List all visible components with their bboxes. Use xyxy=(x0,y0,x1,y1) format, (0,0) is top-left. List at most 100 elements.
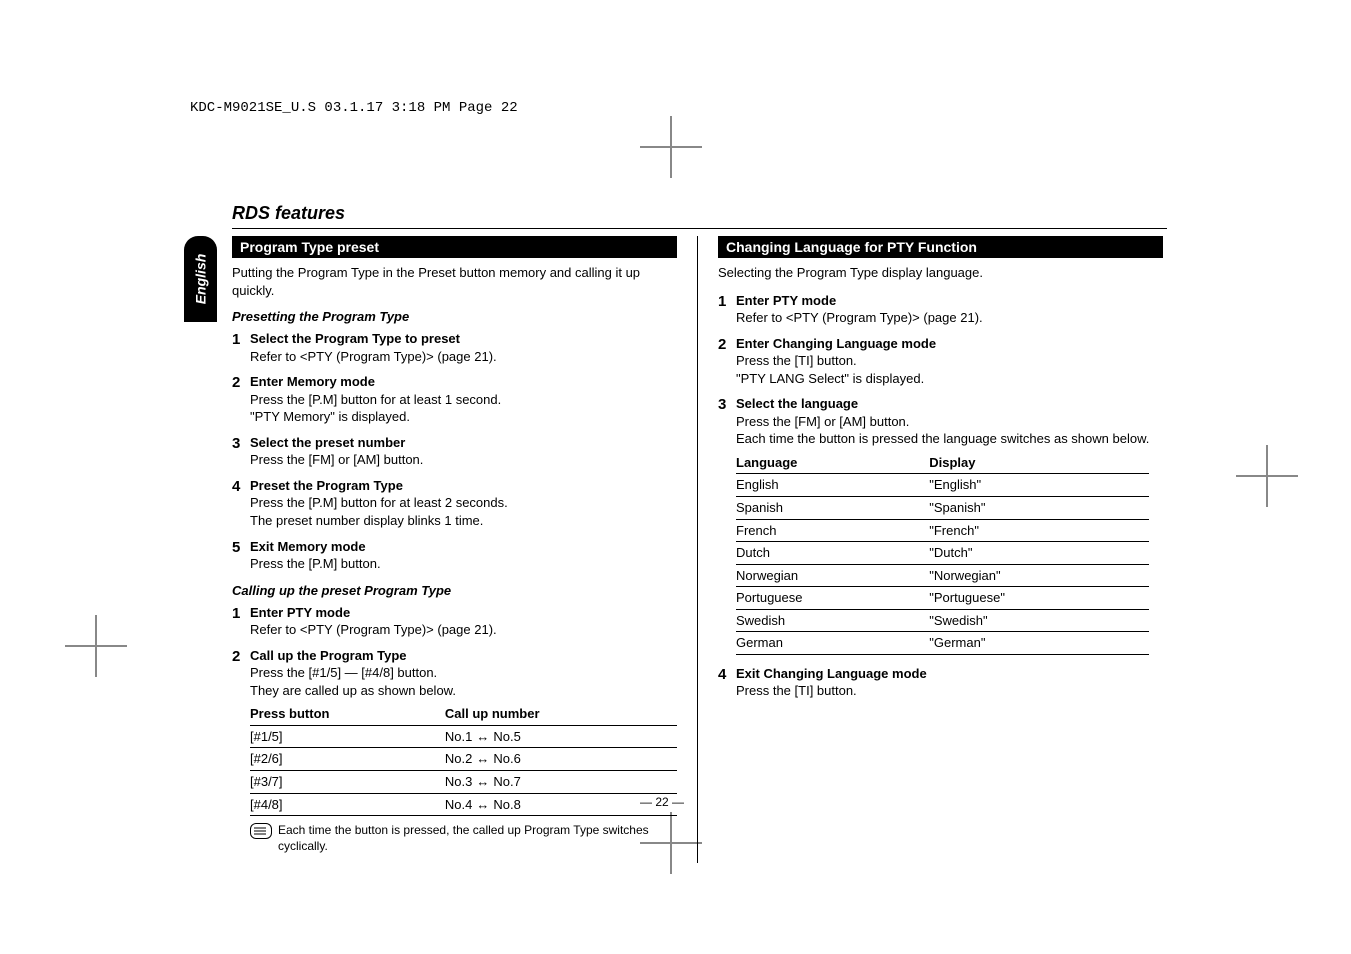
table-cell: Dutch xyxy=(736,542,929,565)
step-body: Press the [FM] or [AM] button. Each time… xyxy=(736,413,1149,448)
step-number: 5 xyxy=(232,538,250,573)
left-intro: Putting the Program Type in the Preset b… xyxy=(232,264,677,299)
step-title: Select the preset number xyxy=(250,434,423,452)
step-number: 3 xyxy=(718,395,736,655)
step: 1 Enter PTY mode Refer to <PTY (Program … xyxy=(232,604,677,639)
step-body: Press the [#1/5] — [#4/8] button. They a… xyxy=(250,664,677,699)
step-body: Press the [P.M] button for at least 1 se… xyxy=(250,391,501,426)
table-header: Display xyxy=(929,452,1149,474)
step-title: Exit Memory mode xyxy=(250,538,381,556)
table-cell: English xyxy=(736,474,929,497)
table-row: Dutch"Dutch" xyxy=(736,542,1149,565)
table-header: Language xyxy=(736,452,929,474)
table-header: Call up number xyxy=(445,703,677,725)
step-title: Call up the Program Type xyxy=(250,647,677,665)
left-subhead-presetting: Presetting the Program Type xyxy=(232,309,677,324)
table-row: Swedish"Swedish" xyxy=(736,609,1149,632)
table-cell: "English" xyxy=(929,474,1149,497)
table-cell: Spanish xyxy=(736,497,929,520)
bidirectional-arrow-icon: ↔ xyxy=(472,774,493,789)
step-number: 1 xyxy=(232,604,250,639)
step-body: Refer to <PTY (Program Type)> (page 21). xyxy=(250,621,497,639)
table-cell: [#1/5] xyxy=(250,725,445,748)
table-cell: [#4/8] xyxy=(250,793,445,816)
step-number: 2 xyxy=(232,647,250,855)
crop-mark-right-icon xyxy=(1226,455,1306,495)
step-number: 4 xyxy=(718,665,736,700)
step-title: Enter Changing Language mode xyxy=(736,335,936,353)
table-cell: German xyxy=(736,632,929,655)
right-intro: Selecting the Program Type display langu… xyxy=(718,264,1163,282)
table-row: Portuguese"Portuguese" xyxy=(736,587,1149,610)
crop-mark-top-icon xyxy=(630,126,710,166)
section-title-underline xyxy=(232,228,1167,229)
step-number: 1 xyxy=(232,330,250,365)
left-bar-heading: Program Type preset xyxy=(232,236,677,258)
press-button-table: Press button Call up number [#1/5] No.1↔… xyxy=(250,703,677,816)
table-row: [#3/7] No.3↔No.7 xyxy=(250,771,677,794)
table-row: [#4/8] No.4↔No.8 xyxy=(250,793,677,816)
step: 2 Enter Changing Language mode Press the… xyxy=(718,335,1163,388)
table-cell: Swedish xyxy=(736,609,929,632)
step-body: Press the [TI] button. xyxy=(736,682,927,700)
right-column: Changing Language for PTY Function Selec… xyxy=(718,236,1163,863)
table-row: Spanish"Spanish" xyxy=(736,497,1149,520)
note-text: Each time the button is pressed, the cal… xyxy=(278,822,677,854)
bidirectional-arrow-icon: ↔ xyxy=(472,729,493,744)
step-title: Exit Changing Language mode xyxy=(736,665,927,683)
table-row: [#1/5] No.1↔No.5 xyxy=(250,725,677,748)
step: 2 Enter Memory mode Press the [P.M] butt… xyxy=(232,373,677,426)
step-number: 3 xyxy=(232,434,250,469)
table-cell: "French" xyxy=(929,519,1149,542)
step-number: 4 xyxy=(232,477,250,530)
table-cell: Norwegian xyxy=(736,564,929,587)
language-side-tab-label: English xyxy=(193,254,209,305)
step-number: 2 xyxy=(232,373,250,426)
table-row: [#2/6] No.2↔No.6 xyxy=(250,748,677,771)
table-cell: No.3↔No.7 xyxy=(445,771,677,794)
table-cell: French xyxy=(736,519,929,542)
step-number: 1 xyxy=(718,292,736,327)
language-side-tab: English xyxy=(184,236,217,322)
crop-mark-left-icon xyxy=(55,625,135,665)
note-icon xyxy=(250,823,272,839)
table-row: English"English" xyxy=(736,474,1149,497)
step: 3 Select the preset number Press the [FM… xyxy=(232,434,677,469)
table-cell: Portuguese xyxy=(736,587,929,610)
step: 1 Select the Program Type to preset Refe… xyxy=(232,330,677,365)
bidirectional-arrow-icon: ↔ xyxy=(472,751,493,766)
language-table: Language Display English"English" Spanis… xyxy=(736,452,1149,655)
table-cell: "Swedish" xyxy=(929,609,1149,632)
step: 3 Select the language Press the [FM] or … xyxy=(718,395,1163,655)
bidirectional-arrow-icon: ↔ xyxy=(472,797,493,812)
page-number: — 22 — xyxy=(640,795,684,809)
step-title: Select the Program Type to preset xyxy=(250,330,497,348)
step-number: 2 xyxy=(718,335,736,388)
right-bar-heading: Changing Language for PTY Function xyxy=(718,236,1163,258)
step-body: Press the [TI] button. "PTY LANG Select"… xyxy=(736,352,936,387)
content-columns: Program Type preset Putting the Program … xyxy=(232,236,1167,863)
step-body: Press the [FM] or [AM] button. xyxy=(250,451,423,469)
table-cell: No.2↔No.6 xyxy=(445,748,677,771)
step-title: Enter PTY mode xyxy=(250,604,497,622)
print-header: KDC-M9021SE_U.S 03.1.17 3:18 PM Page 22 xyxy=(190,100,518,116)
table-row: French"French" xyxy=(736,519,1149,542)
step: 1 Enter PTY mode Refer to <PTY (Program … xyxy=(718,292,1163,327)
column-divider xyxy=(697,236,698,863)
table-cell: "Spanish" xyxy=(929,497,1149,520)
table-cell: "Norwegian" xyxy=(929,564,1149,587)
table-cell: [#2/6] xyxy=(250,748,445,771)
step-body: Refer to <PTY (Program Type)> (page 21). xyxy=(250,348,497,366)
left-subhead-calling: Calling up the preset Program Type xyxy=(232,583,677,598)
step-body: Press the [P.M] button. xyxy=(250,555,381,573)
step-body: Press the [P.M] button for at least 2 se… xyxy=(250,494,508,529)
section-title: RDS features xyxy=(232,203,345,224)
table-cell: [#3/7] xyxy=(250,771,445,794)
step: 2 Call up the Program Type Press the [#1… xyxy=(232,647,677,855)
table-cell: "German" xyxy=(929,632,1149,655)
step-body: Refer to <PTY (Program Type)> (page 21). xyxy=(736,309,983,327)
step-title: Preset the Program Type xyxy=(250,477,508,495)
step-title: Enter Memory mode xyxy=(250,373,501,391)
left-column: Program Type preset Putting the Program … xyxy=(232,236,677,863)
step: 4 Preset the Program Type Press the [P.M… xyxy=(232,477,677,530)
